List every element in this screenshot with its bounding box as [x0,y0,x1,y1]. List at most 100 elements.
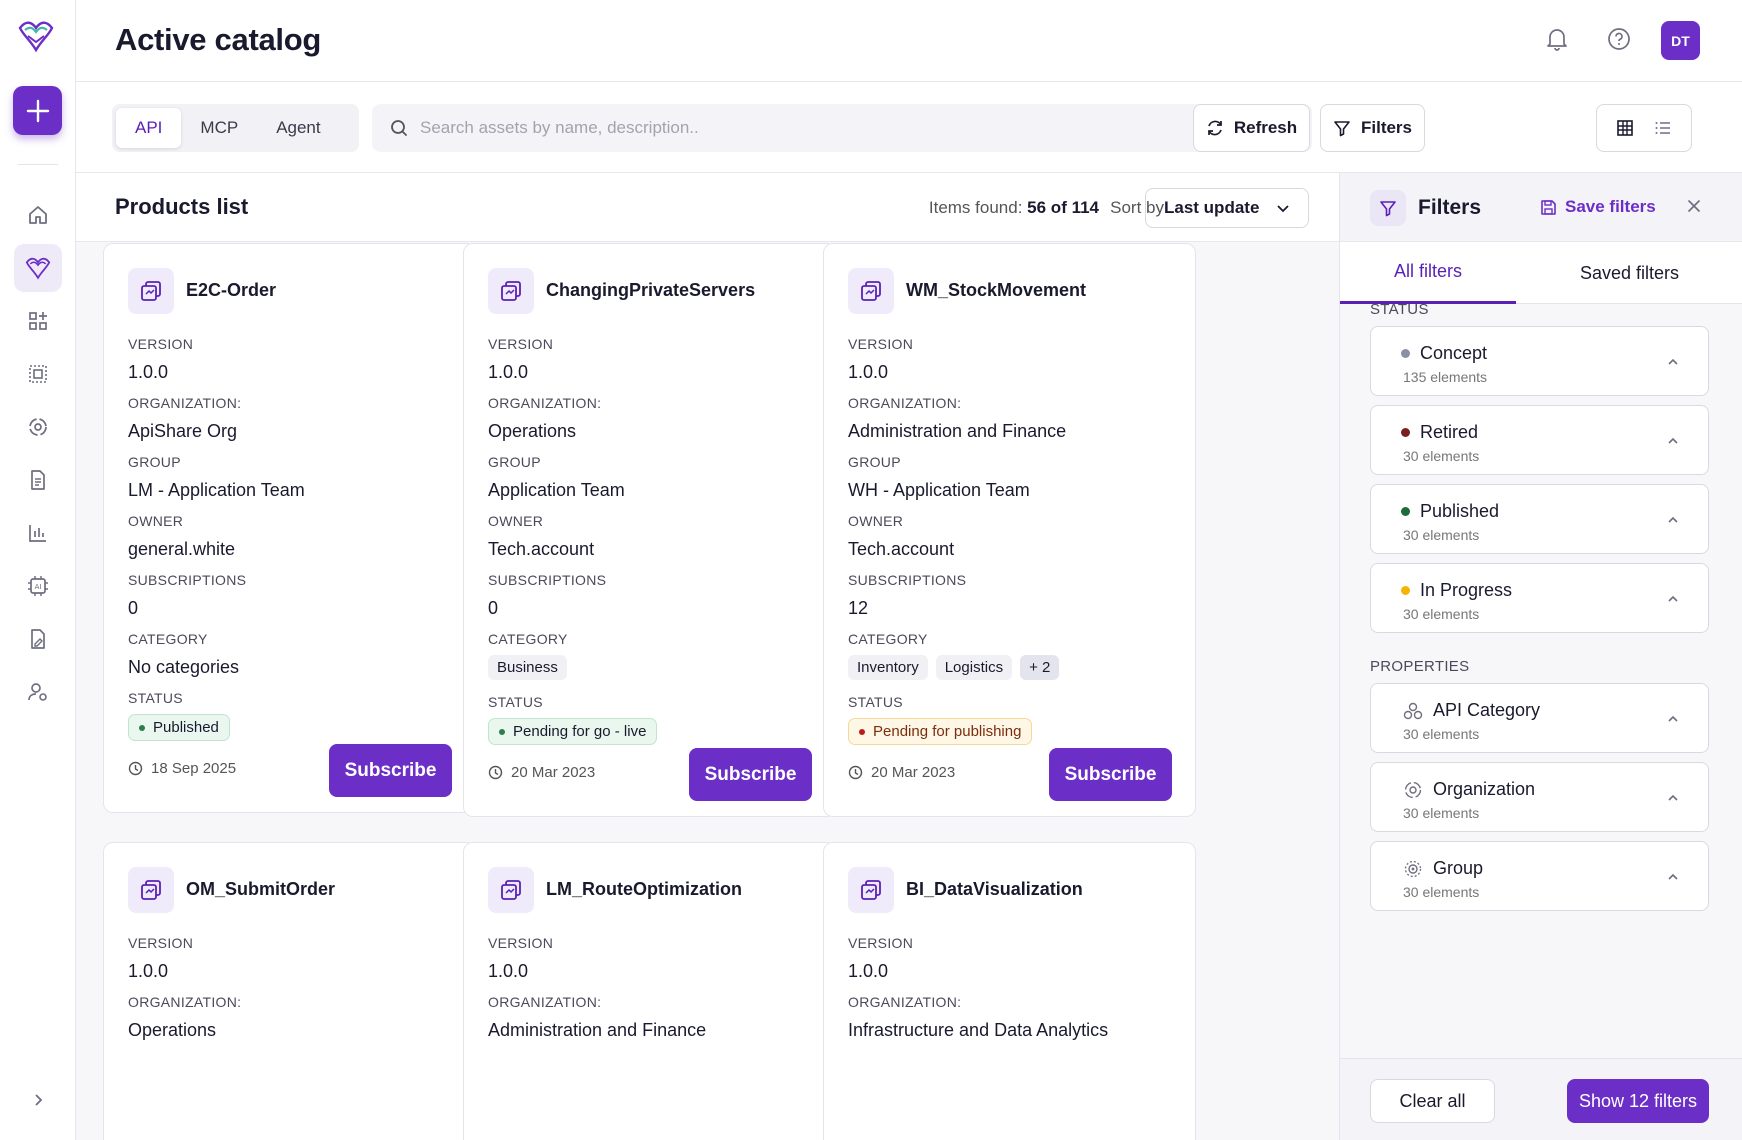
date-text: 18 Sep 2025 [151,760,237,777]
nav-edit-document-icon[interactable] [14,615,62,663]
close-icon[interactable] [1685,197,1703,215]
filter-count: 30 elements [1403,448,1480,464]
filter-count: 30 elements [1403,884,1480,900]
user-avatar[interactable]: DT [1661,21,1700,60]
subscribe-button[interactable]: Subscribe [329,744,452,797]
chevron-up-icon[interactable] [1666,592,1680,606]
last-update: 18 Sep 2025 [128,760,236,777]
tab-api[interactable]: API [116,108,182,148]
subscribe-button[interactable]: Subscribe [1049,748,1172,801]
status-badge: Pending for go - live [488,718,658,745]
nav-select-icon[interactable] [14,350,62,398]
tab-agent[interactable]: Agent [257,108,339,148]
product-name[interactable]: WM_StockMovement [906,280,1086,301]
tab-saved-filters[interactable]: Saved filters [1516,242,1742,304]
product-card[interactable]: WM_StockMovement VERSION 1.0.0 ORGANIZATI… [823,243,1196,817]
add-new-button[interactable] [13,86,62,135]
nav-ai-chip-icon[interactable]: AI [14,562,62,610]
chevron-up-icon[interactable] [1666,355,1680,369]
filters-button[interactable]: Filters [1320,104,1425,152]
filter-label: Retired [1420,422,1479,442]
show-filters-button[interactable]: Show 12 filters [1567,1079,1709,1123]
product-name[interactable]: BI_DataVisualization [906,879,1083,900]
owner-field: OWNER Tech.account [488,513,594,560]
toolbar: API MCP Agent Refresh Filters [76,82,1742,173]
products-list-header: Products list Items found: 56 of 114 Sor… [76,173,1339,242]
brand-logo-icon[interactable] [16,16,60,60]
more-categories-chip[interactable]: + 2 [1020,655,1060,680]
version-value: 1.0.0 [128,362,169,382]
expand-sidebar-icon[interactable] [14,1076,62,1124]
product-card[interactable]: E2C-Order VERSION 1.0.0 ORGANIZATION: ApiS… [103,243,476,813]
tab-all-filters[interactable]: All filters [1340,242,1516,304]
filter-panel-footer: Clear all Show 12 filters [1340,1058,1742,1140]
organization-field: ORGANIZATION: Operations [488,395,601,442]
version-field: VERSION 1.0.0 [488,336,553,383]
nav-analytics-icon[interactable] [14,509,62,557]
filter-property-group[interactable]: Group 30 elements [1370,841,1709,911]
category-label: CATEGORY [848,631,928,647]
category-label: CATEGORY [488,631,568,647]
help-icon[interactable] [1604,24,1634,54]
category-value: No categories [128,657,240,677]
status-field: STATUS Published [128,690,230,741]
filter-status-in-progress[interactable]: In Progress 30 elements [1370,563,1709,633]
nav-document-icon[interactable] [14,456,62,504]
chevron-up-icon[interactable] [1666,870,1680,884]
status-dot [499,728,505,735]
chevron-up-icon[interactable] [1666,791,1680,805]
nav-apps-icon[interactable] [14,297,62,345]
product-card[interactable]: ChangingPrivateServers VERSION 1.0.0 ORGA… [463,243,836,817]
clear-all-button[interactable]: Clear all [1370,1079,1495,1123]
nav-user-settings-icon[interactable] [14,668,62,716]
filter-status-retired[interactable]: Retired 30 elements [1370,405,1709,475]
search-input[interactable] [420,118,1220,138]
tab-mcp[interactable]: MCP [181,108,257,148]
nav-catalog-icon[interactable] [14,244,62,292]
product-name[interactable]: ChangingPrivateServers [546,280,755,301]
status-label: STATUS [488,694,543,710]
chevron-up-icon[interactable] [1666,434,1680,448]
product-name[interactable]: LM_RouteOptimization [546,879,742,900]
owner-value: Tech.account [488,539,595,559]
product-card[interactable]: LM_RouteOptimization VERSION 1.0.0 ORGANI… [463,842,836,1140]
product-card[interactable]: BI_DataVisualization VERSION 1.0.0 ORGANI… [823,842,1196,1140]
refresh-button[interactable]: Refresh [1193,104,1310,152]
save-filters-button[interactable]: Save filters [1540,197,1656,217]
refresh-icon [1206,119,1224,137]
chevron-up-icon[interactable] [1666,513,1680,527]
api-product-icon [128,268,174,314]
page-header: Active catalog DT [76,0,1742,82]
product-name[interactable]: OM_SubmitOrder [186,879,335,900]
grid-view-icon[interactable] [1616,119,1634,137]
product-name[interactable]: E2C-Order [186,280,276,301]
status-field: STATUS Pending for go - live [488,694,658,745]
group-field: GROUP LM - Application Team [128,454,305,501]
filter-status-concept[interactable]: Concept 135 elements [1370,326,1709,396]
owner-field: OWNER general.white [128,513,235,560]
filter-count: 30 elements [1403,726,1480,742]
group-value: Application Team [488,480,625,500]
filter-panel-header: Filters Save filters [1340,173,1742,242]
nav-monitor-icon[interactable] [14,403,62,451]
version-value: 1.0.0 [128,961,169,981]
product-card[interactable]: OM_SubmitOrder VERSION 1.0.0 ORGANIZATION… [103,842,476,1140]
nav-home-icon[interactable] [14,191,62,239]
filter-tabs: All filters Saved filters [1340,242,1742,304]
chevron-up-icon[interactable] [1666,712,1680,726]
sort-select[interactable]: Last update [1145,188,1309,228]
api-product-icon [848,867,894,913]
organization-label: ORGANIZATION: [128,395,242,411]
organization-field: ORGANIZATION: Administration and Finance [488,994,706,1041]
filter-property-api-category[interactable]: API Category 30 elements [1370,683,1709,753]
group-value: LM - Application Team [128,480,305,500]
filter-property-organization[interactable]: Organization 30 elements [1370,762,1709,832]
subscribe-button[interactable]: Subscribe [689,748,812,801]
list-view-icon[interactable] [1654,119,1672,137]
status-dot [859,728,865,735]
notification-bell-icon[interactable] [1542,24,1572,54]
status-section-label: STATUS [1370,301,1429,318]
filter-status-published[interactable]: Published 30 elements [1370,484,1709,554]
refresh-label: Refresh [1233,118,1298,137]
organization-value: Infrastructure and Data Analytics [848,1020,1109,1040]
